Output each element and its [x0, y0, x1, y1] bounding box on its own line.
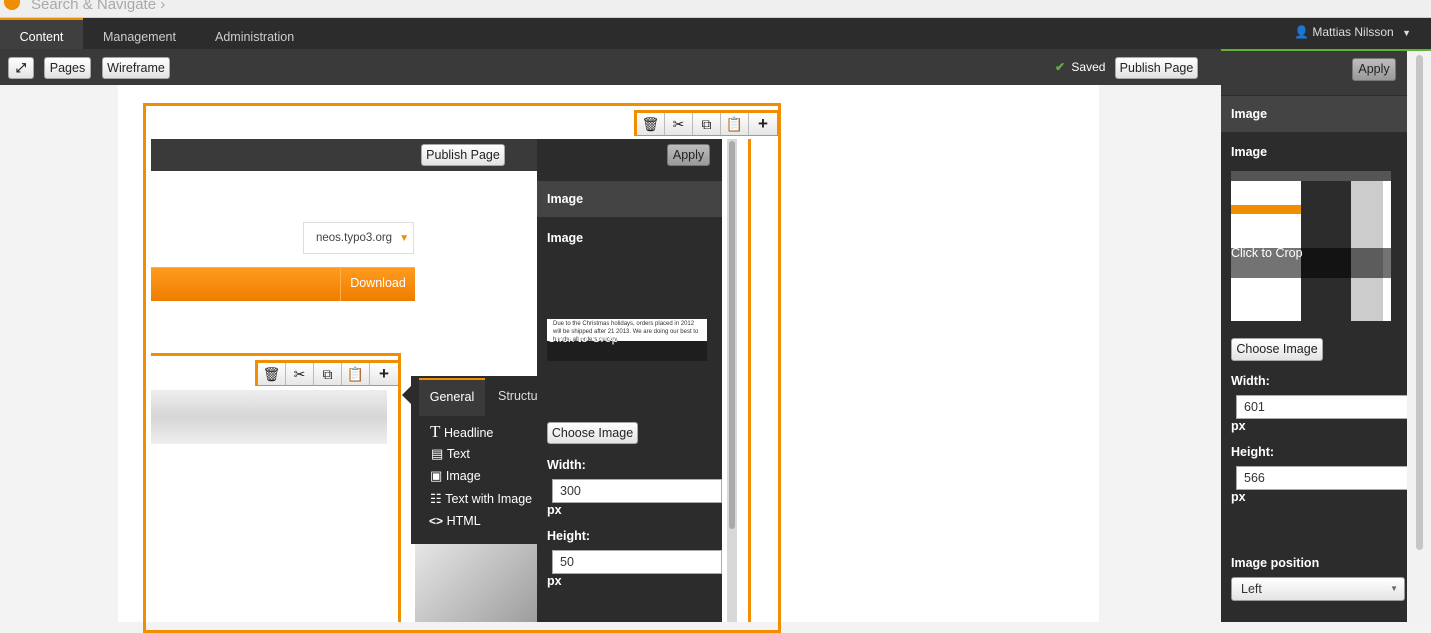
image-icon: ▣	[430, 468, 443, 483]
preview-height-field: 50	[552, 550, 722, 574]
preview-publish-button: Publish Page	[421, 144, 505, 166]
search-bar: Search & Navigate ›	[0, 0, 1431, 18]
preview-crop-label: Click to Crop	[547, 331, 619, 345]
scissors-icon: ✂	[286, 363, 314, 385]
image-position-select[interactable]: Left ▼	[1231, 577, 1405, 601]
choose-image-button[interactable]: Choose Image	[1231, 338, 1323, 361]
copy-icon[interactable]: ⧉	[693, 113, 721, 135]
neos-logo[interactable]	[4, 0, 20, 10]
tab-management[interactable]: Management	[103, 18, 176, 49]
scissors-icon[interactable]: ✂	[665, 113, 693, 135]
preview-scrollbar-thumb	[729, 141, 735, 529]
inspector-scrollbar[interactable]	[1407, 51, 1431, 624]
preview-menu-tab-structure: Structu	[498, 389, 537, 403]
user-name: Mattias Nilsson	[1312, 25, 1394, 39]
preview-menu-item-headline: T Headline	[430, 422, 493, 442]
height-label: Height:	[1231, 445, 1275, 459]
width-field[interactable]: 601	[1236, 395, 1411, 419]
text-icon: ▤	[431, 446, 444, 461]
copy-icon: ⧉	[314, 363, 342, 385]
preview-menu-label: Image	[445, 469, 481, 483]
height-unit: px	[1231, 490, 1246, 504]
preview-height-unit: px	[547, 574, 562, 588]
text-with-image-icon: ☷	[430, 491, 442, 506]
preview-menu-label: HTML	[446, 514, 481, 528]
preview-element-toolbar: 🗑 ✂ ⧉ 📋 +	[255, 360, 401, 386]
image-position-value: Left	[1241, 582, 1262, 596]
preview-width-field: 300	[552, 479, 722, 503]
chevron-down-icon: ▼	[399, 233, 410, 244]
fullscreen-icon: ⤢	[15, 61, 26, 75]
main-navigation: Content Management Administration 👤 Matt…	[0, 18, 1431, 49]
user-menu[interactable]: 👤 Mattias Nilsson ▼	[1294, 25, 1411, 39]
inspector-panel: Apply Image Image Click to Crop Choose I…	[1221, 49, 1431, 624]
headline-icon: T	[430, 422, 441, 441]
crop-label[interactable]: Click to Crop	[1231, 246, 1303, 260]
preview-width-unit: px	[547, 503, 562, 517]
preview-height-label: Height:	[547, 529, 591, 543]
preview-apply-button: Apply	[667, 144, 710, 166]
preview-menu-label: Text with Image	[445, 492, 533, 506]
wireframe-button[interactable]: Wireframe	[102, 57, 170, 79]
paste-icon[interactable]: 📋	[721, 113, 749, 135]
preview-inspector: Apply Image Image Due to the Christmas h…	[537, 139, 722, 622]
publish-page-button[interactable]: Publish Page	[1115, 57, 1198, 79]
preview-download-button: Download	[340, 267, 415, 301]
saved-status: ✔ Saved	[1055, 60, 1105, 74]
preview-scrollbar	[727, 139, 737, 622]
preview-width-label: Width:	[547, 458, 586, 472]
saved-label: Saved	[1071, 60, 1106, 74]
editor-toolbar: ⤢ Pages Wireframe ✔ Saved Publish Page	[0, 49, 1221, 85]
preview-field-label: Image	[547, 231, 584, 245]
fullscreen-button[interactable]: ⤢	[8, 57, 34, 79]
trash-icon: 🗑	[258, 363, 286, 385]
preview-new-content-menu: General Structu T Headline ▤ Text ▣ Imag…	[411, 376, 537, 544]
image-position-label: Image position	[1231, 556, 1320, 570]
tab-content[interactable]: Content	[0, 18, 83, 49]
popover-arrow	[402, 386, 411, 404]
width-label: Width:	[1231, 374, 1270, 388]
tab-administration[interactable]: Administration	[215, 18, 294, 49]
check-icon: ✔	[1055, 60, 1066, 74]
preview-menu-item-image: ▣ Image	[430, 468, 481, 484]
html-icon: <>	[429, 514, 444, 528]
inspector-scrollbar-thumb[interactable]	[1416, 55, 1423, 550]
preview-site-select: neos.typo3.org ▼	[303, 222, 414, 254]
plus-icon[interactable]: +	[749, 113, 777, 135]
inspector-section-title[interactable]: Image	[1221, 96, 1407, 132]
preview-menu-item-text-with-image: ☷ Text with Image	[430, 491, 532, 507]
preview-choose-image-button: Choose Image	[547, 422, 638, 444]
trash-icon[interactable]: 🗑	[637, 113, 665, 135]
preview-gradient-area	[415, 539, 539, 622]
width-unit: px	[1231, 419, 1246, 433]
thumb-orange-bar	[1231, 205, 1301, 214]
paste-icon: 📋	[342, 363, 370, 385]
preview-frame-edge	[748, 139, 751, 622]
preview-menu-item-html: <> HTML	[429, 513, 481, 528]
preview-menu-tab-general: General	[419, 378, 485, 416]
image-thumbnail[interactable]: Click to Crop	[1231, 171, 1391, 321]
preview-menu-label: Headline	[444, 426, 494, 440]
user-icon: 👤	[1294, 25, 1310, 39]
preview-image-thumbnail: Due to the Christmas holidays, orders pl…	[547, 319, 707, 361]
apply-button[interactable]: Apply	[1352, 58, 1396, 81]
preview-menu-label: Text	[446, 447, 470, 461]
pages-button[interactable]: Pages	[44, 57, 91, 79]
chevron-down-icon: ▼	[1402, 28, 1411, 38]
preview-section-title: Image	[537, 181, 722, 217]
image-field-label: Image	[1231, 145, 1268, 159]
preview-menu-item-text: ▤ Text	[431, 446, 470, 462]
thumb-toolbar	[1231, 171, 1391, 181]
preview-image-placeholder	[151, 390, 387, 444]
plus-icon: +	[370, 363, 398, 385]
chevron-down-icon: ▼	[1390, 584, 1398, 593]
height-field[interactable]: 566	[1236, 466, 1411, 490]
preview-site-label: neos.typo3.org	[316, 232, 393, 244]
element-toolbar: 🗑 ✂ ⧉ 📋 +	[634, 110, 780, 136]
search-navigate-input[interactable]: Search & Navigate ›	[31, 0, 165, 13]
